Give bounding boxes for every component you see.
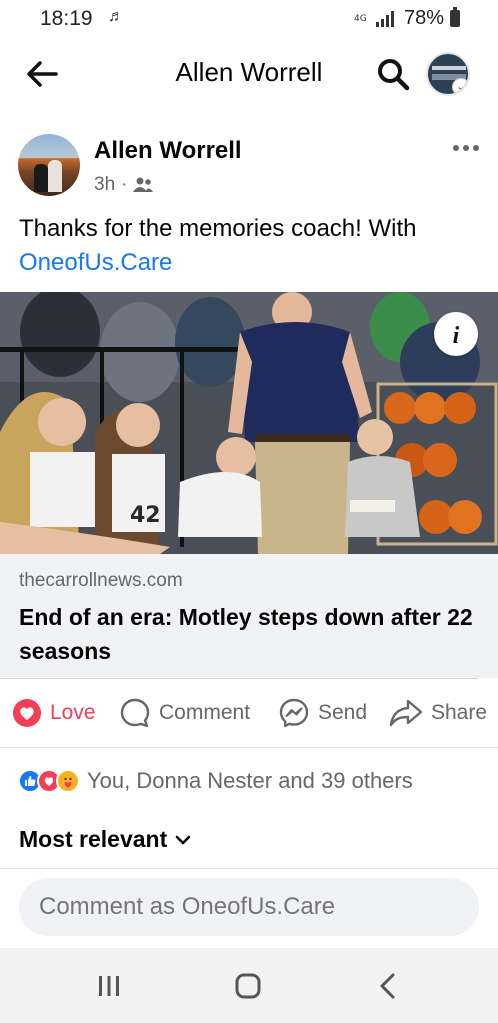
post-author-name[interactable]: Allen Worrell (94, 137, 242, 165)
post-text-body: Thanks for the memories coach! With (19, 215, 417, 242)
divider (0, 868, 498, 869)
link-title: End of an era: Motley steps down after 2… (19, 604, 473, 664)
send-label: Send (318, 701, 368, 724)
action-bar: Love Comment Send Share (0, 690, 498, 736)
reactions-text: You, Donna Nester and 39 others (87, 768, 413, 793)
comment-sort-label: Most relevant (19, 826, 168, 852)
svg-text:i: i (453, 323, 460, 349)
avatar-figure (34, 164, 48, 192)
heart-icon (13, 699, 41, 727)
status-bar: 18:19 ♬ 4G 78% (0, 0, 498, 40)
care-reaction-icon (56, 769, 80, 793)
friends-icon (133, 177, 154, 192)
share-button[interactable]: Share (389, 696, 487, 730)
jersey-number: 42 (130, 503, 161, 528)
page-title-text: Allen Worrell (175, 57, 323, 87)
app-header: Allen Worrell ⌄ (0, 40, 498, 108)
post-text: Thanks for the memories coach! With Oneo… (19, 212, 484, 280)
profile-switcher-button[interactable]: ⌄ (426, 52, 470, 96)
recents-icon[interactable] (89, 968, 129, 1004)
comment-label: Comment (159, 701, 251, 724)
post-time[interactable]: 3h (94, 174, 115, 196)
meta-separator: · (121, 174, 128, 195)
author-avatar[interactable] (18, 134, 80, 196)
post-image[interactable]: 42 (0, 292, 498, 554)
share-icon (389, 699, 423, 727)
comment-icon (120, 698, 150, 728)
messenger-icon (279, 698, 309, 728)
svg-text:4G: 4G (354, 14, 367, 24)
home-icon[interactable] (228, 968, 268, 1004)
chevron-down-icon: ⌄ (452, 78, 468, 94)
system-nav-bar (0, 948, 498, 1023)
divider (0, 747, 498, 748)
battery-percent: 78% (403, 7, 444, 29)
send-button[interactable]: Send (278, 696, 367, 730)
reaction-icons (18, 769, 80, 793)
avatar-figure (48, 160, 62, 192)
notification-icon: ♬ (108, 8, 124, 25)
chevron-down-icon (175, 835, 191, 844)
post-header: Allen Worrell 3h · (0, 128, 498, 198)
post-text-link[interactable]: OneofUs.Care (19, 249, 172, 276)
profile-logo-band (432, 66, 466, 70)
signal-icon: 4G (354, 10, 394, 27)
more-icon[interactable] (452, 138, 480, 158)
status-right: 4G 78% (354, 7, 460, 30)
page-title: Allen Worrell (0, 57, 498, 88)
comment-input[interactable] (19, 878, 479, 936)
comment-sort-dropdown[interactable]: Most relevant (19, 826, 191, 853)
love-label: Love (50, 701, 96, 724)
info-button[interactable]: i (434, 312, 478, 356)
back-icon[interactable] (368, 968, 408, 1004)
battery-icon (450, 7, 460, 27)
share-label: Share (431, 701, 488, 724)
status-time: 18:19 (40, 7, 93, 30)
divider (0, 678, 478, 679)
reactions-summary[interactable]: You, Donna Nester and 39 others (18, 765, 413, 797)
info-icon: i (453, 323, 460, 349)
post-meta: 3h · (94, 174, 154, 196)
link-domain: thecarrollnews.com (19, 570, 183, 591)
search-icon[interactable] (374, 55, 412, 93)
link-preview-card[interactable]: thecarrollnews.com End of an era: Motley… (0, 554, 498, 678)
love-button[interactable]: Love (12, 696, 96, 730)
comment-button[interactable]: Comment (119, 696, 250, 730)
